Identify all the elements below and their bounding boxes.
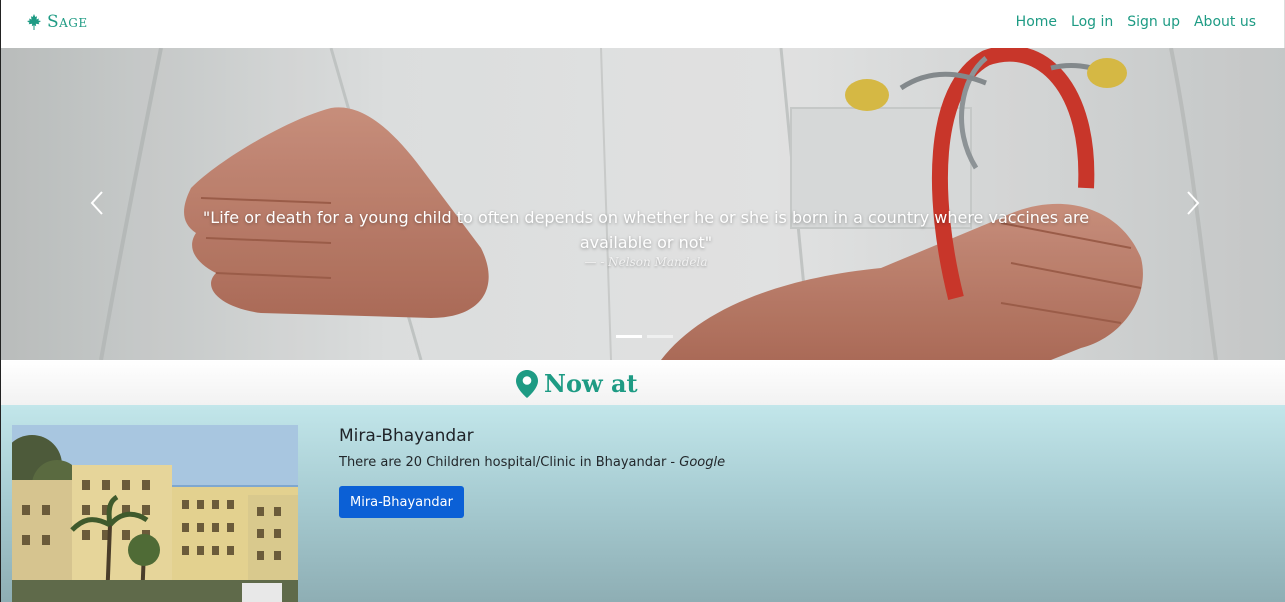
- chevron-left-icon: [90, 191, 103, 215]
- now-at-title: Now at: [544, 369, 638, 398]
- now-at-section: Now at: [0, 360, 1285, 405]
- carousel-indicators: [616, 335, 673, 338]
- nav-home-link[interactable]: Home: [1016, 14, 1057, 30]
- location-description-text: There are 20 Children hospital/Clinic in…: [339, 455, 680, 470]
- doctor-hero-image: [1, 48, 1285, 360]
- nav-login-link[interactable]: Log in: [1071, 14, 1113, 30]
- maple-leaf-icon: [27, 14, 41, 30]
- carousel-indicator-1[interactable]: [616, 335, 642, 338]
- location-card: Mira-Bhayandar There are 20 Children hos…: [0, 405, 1285, 602]
- carousel-next-button[interactable]: [1177, 188, 1207, 218]
- nav-about-link[interactable]: About us: [1194, 14, 1256, 30]
- hospital-image: [12, 425, 298, 602]
- carousel-quote-author: — - Nelson Mandela: [584, 255, 708, 269]
- carousel-indicator-2[interactable]: [647, 335, 673, 338]
- location-description: There are 20 Children hospital/Clinic in…: [339, 455, 725, 470]
- nav-signup-link[interactable]: Sign up: [1127, 14, 1180, 30]
- nav-links: Home Log in Sign up About us: [1016, 14, 1256, 30]
- location-title: Mira-Bhayandar: [339, 426, 474, 446]
- chevron-right-icon: [1187, 191, 1200, 215]
- carousel-quote: "Life or death for a young child to ofte…: [202, 208, 1090, 252]
- brand-logo[interactable]: Sage: [26, 12, 88, 32]
- location-source: Google: [679, 455, 726, 470]
- hero-carousel: "Life or death for a young child to ofte…: [0, 48, 1285, 360]
- now-at-heading: Now at: [516, 369, 638, 398]
- location-button[interactable]: Mira-Bhayandar: [339, 486, 464, 518]
- carousel-prev-button[interactable]: [83, 188, 113, 218]
- navbar: Sage Home Log in Sign up About us: [0, 0, 1285, 48]
- map-pin-icon: [516, 369, 538, 398]
- brand-name: Sage: [47, 12, 88, 32]
